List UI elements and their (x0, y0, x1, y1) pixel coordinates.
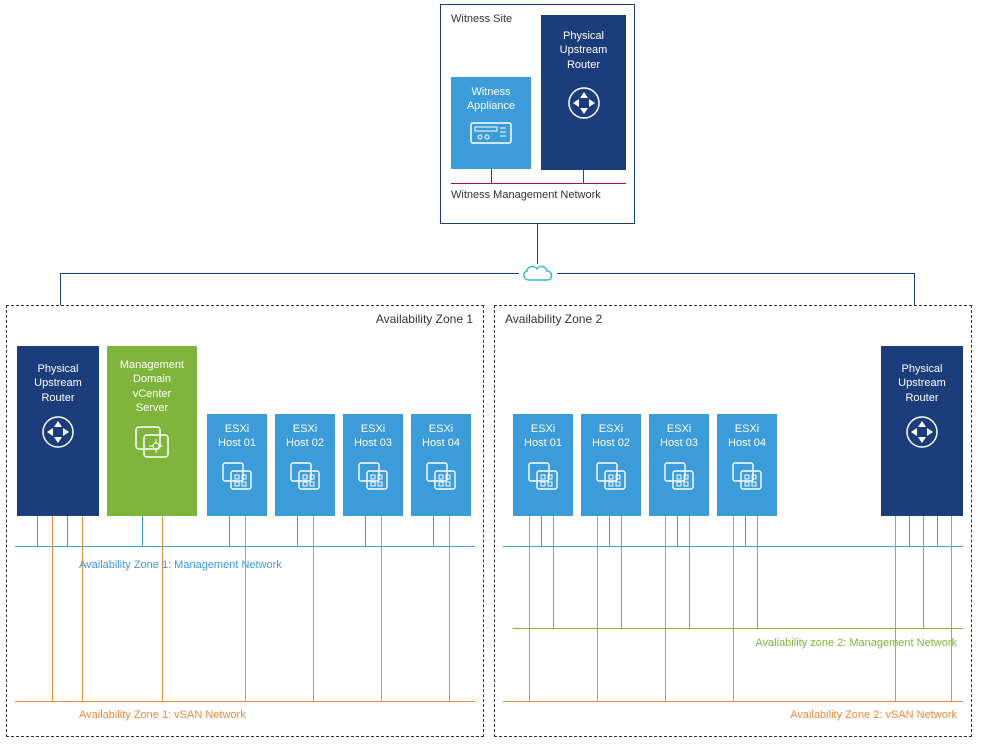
witness-appliance-box: Witness Appliance (451, 77, 531, 169)
stub (937, 516, 938, 546)
router-icon (41, 415, 75, 449)
stub (162, 516, 163, 701)
witness-stub (583, 170, 584, 183)
zone1-vcenter-label: Management Domain vCenter Server (107, 358, 197, 415)
stub (52, 516, 53, 701)
stub (745, 516, 746, 546)
zone1-host-01: ESXi Host 01 (207, 414, 267, 516)
zone1-host-03: ESXi Host 03 (343, 414, 403, 516)
host-label: ESXi Host 04 (717, 422, 777, 451)
stub (541, 516, 542, 546)
stub (229, 516, 230, 546)
stub (665, 516, 666, 701)
zone2-title: Availability Zone 2 (505, 312, 602, 326)
zone1-title: Availability Zone 1 (376, 312, 473, 326)
witness-mgmt-network-label: Witness Management Network (451, 189, 601, 201)
zone2-vsan-network-line (503, 701, 963, 702)
availability-zone-1: Availability Zone 1 Physical Upstream Ro… (6, 305, 484, 737)
zone1-router-box: Physical Upstream Router (17, 346, 99, 516)
host-label: ESXi Host 01 (513, 422, 573, 451)
witness-site-box: Witness Site Witness Appliance Physical … (440, 4, 635, 224)
witness-mgmt-network-line (451, 183, 626, 184)
appliance-icon (470, 122, 512, 144)
zone2-router-label: Physical Upstream Router (881, 362, 963, 405)
zone2-host-03: ESXi Host 03 (649, 414, 709, 516)
host-label: ESXi Host 04 (411, 422, 471, 451)
zone1-vcenter-box: Management Domain vCenter Server (107, 346, 197, 516)
wan-link-left (60, 273, 519, 274)
stub (365, 516, 366, 546)
host-icon (425, 461, 457, 491)
cloud-icon (519, 262, 557, 284)
stub (449, 516, 450, 701)
zone2-router-box: Physical Upstream Router (881, 346, 963, 516)
stub (951, 516, 952, 701)
host-icon (357, 461, 389, 491)
host-label: ESXi Host 02 (581, 422, 641, 451)
host-icon (527, 461, 559, 491)
stub (297, 516, 298, 546)
witness-router-box: Physical Upstream Router (541, 15, 626, 170)
zone2-host-02: ESXi Host 02 (581, 414, 641, 516)
availability-zone-2: Availability Zone 2 ESXi Host 01 ESXi Ho… (494, 305, 972, 737)
stub (67, 516, 68, 546)
stub (313, 516, 314, 701)
host-icon (595, 461, 627, 491)
stub (245, 516, 246, 701)
router-icon (905, 415, 939, 449)
zone1-vsan-network-line (15, 701, 475, 702)
stub (381, 516, 382, 701)
witness-site-label: Witness Site (451, 13, 512, 25)
stub (895, 516, 896, 701)
host-label: ESXi Host 01 (207, 422, 267, 451)
stub (597, 516, 598, 701)
stub (142, 516, 143, 546)
host-icon (731, 461, 763, 491)
stub (553, 516, 554, 628)
host-icon (221, 461, 253, 491)
stub (37, 516, 38, 546)
stub (909, 516, 910, 546)
host-label: ESXi Host 03 (649, 422, 709, 451)
stub (733, 516, 734, 701)
host-icon (663, 461, 695, 491)
stub (82, 516, 83, 701)
stub (923, 516, 924, 628)
host-icon (289, 461, 321, 491)
stub (529, 516, 530, 701)
diagram-root: Witness Site Witness Appliance Physical … (0, 0, 982, 749)
zone2-mgmt-network-label: Avaliability zone 2: Management Network (755, 636, 957, 650)
zone2-host-01: ESXi Host 01 (513, 414, 573, 516)
zone1-vsan-network-label: Availability Zone 1: vSAN Network (79, 708, 246, 722)
wan-link-right (557, 273, 915, 274)
stub (433, 516, 434, 546)
witness-router-label: Physical Upstream Router (541, 29, 626, 72)
zone1-host-04: ESXi Host 04 (411, 414, 471, 516)
stub (689, 516, 690, 628)
zone1-router-label: Physical Upstream Router (17, 362, 99, 405)
zone2-vsan-network-label: Availability Zone 2: vSAN Network (790, 708, 957, 722)
host-label: ESXi Host 03 (343, 422, 403, 451)
zone1-mgmt-network-label: Availability Zone 1: Management Network (79, 558, 282, 572)
vcenter-icon (134, 425, 170, 459)
witness-stub (491, 169, 492, 183)
zone2-host-04: ESXi Host 04 (717, 414, 777, 516)
stub (677, 516, 678, 546)
witness-appliance-label: Witness Appliance (451, 85, 531, 114)
stub (609, 516, 610, 546)
router-icon (567, 86, 601, 120)
zone1-host-02: ESXi Host 02 (275, 414, 335, 516)
stub (621, 516, 622, 628)
wan-link-down (537, 224, 538, 264)
host-label: ESXi Host 02 (275, 422, 335, 451)
stub (757, 516, 758, 628)
